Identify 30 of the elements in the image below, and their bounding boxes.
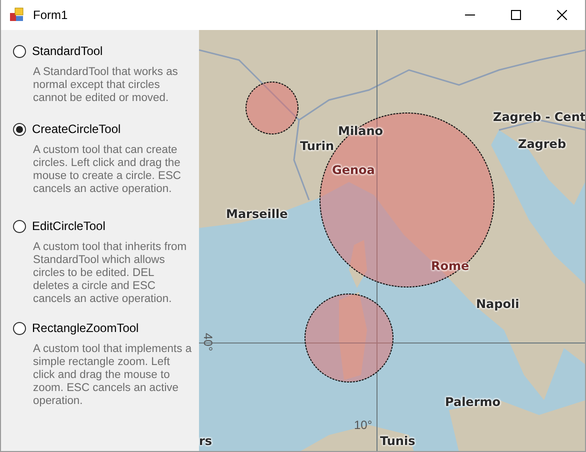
radio-indicator[interactable]	[13, 44, 26, 58]
radio-indicator[interactable]	[13, 220, 26, 232]
radio-button[interactable]: CreateCircleTool	[13, 121, 199, 137]
city-label: Napoli	[476, 297, 520, 311]
city-label: Zagreb	[518, 137, 566, 151]
maximize-icon	[511, 10, 521, 20]
city-label: Genoa	[332, 163, 375, 177]
radio-button[interactable]: EditCircleTool	[13, 218, 199, 234]
tool-description: A StandardTool that works as normal except that circles cannot be edited or moved.	[33, 66, 179, 105]
close-icon	[557, 10, 567, 20]
circle-shape[interactable]	[246, 82, 298, 134]
window-title: Form1	[33, 8, 68, 22]
radio-indicator[interactable]	[13, 122, 26, 136]
grid-label: 10°	[354, 418, 372, 432]
radio-button[interactable]: StandardTool	[13, 43, 199, 59]
grid-label: 40°	[201, 333, 215, 352]
city-label: Zagreb - Cent	[493, 110, 585, 124]
circle-shape[interactable]	[304, 294, 394, 382]
tool-description: A custom tool that implements a simple rectangle zoom. Left click and drag the mouse to zoom. ESC cancels an active operation.	[33, 343, 193, 408]
tool-description: A custom tool that can create circles. Left click and drag the mouse to create a circle. ESC cancels an active operation.	[33, 144, 182, 196]
radio-button[interactable]: RectangleZoomTool	[13, 320, 199, 336]
city-label: Rome	[431, 259, 470, 273]
city-label: Marseille	[226, 207, 288, 221]
city-label: Tunis	[380, 434, 416, 448]
city-label: Palermo	[445, 395, 500, 409]
city-label: Turin	[300, 139, 334, 153]
radio-indicator[interactable]	[13, 322, 26, 334]
app-icon	[9, 7, 25, 23]
tool-description: A custom tool that inherits from StandardTool which allows circles to be edited. DEL deletes a circle and ESC cancels an active operation.	[33, 241, 188, 306]
city-label: rs	[199, 434, 212, 448]
